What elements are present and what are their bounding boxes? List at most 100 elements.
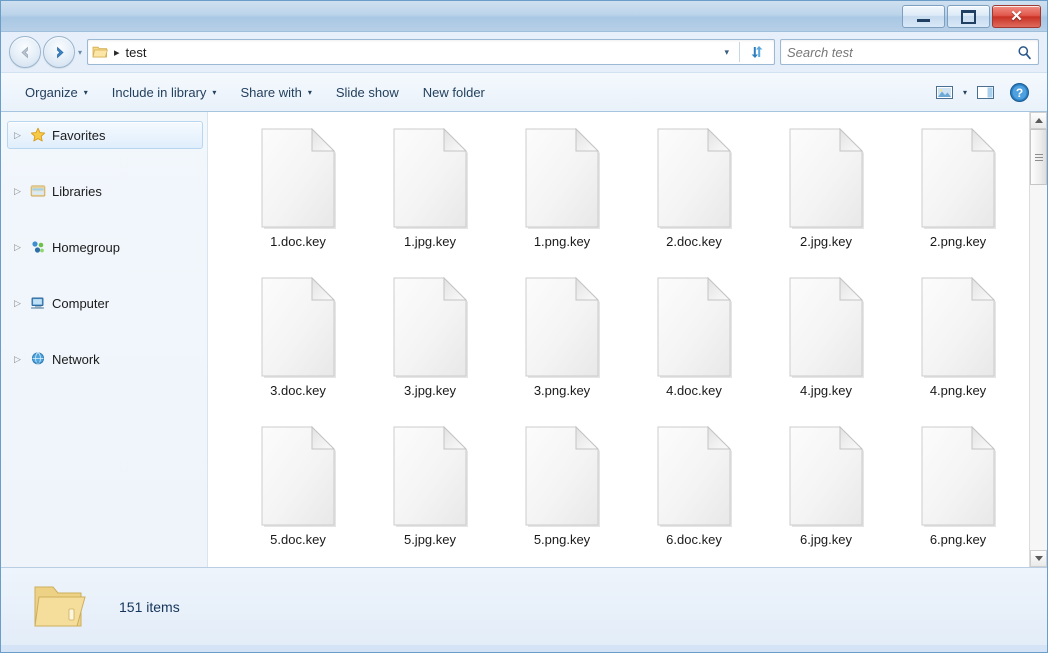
title-bar: ✕ [1,1,1047,32]
file-item[interactable]: 3.jpg.key [364,275,496,424]
back-button[interactable] [9,36,41,68]
vertical-scrollbar[interactable] [1029,112,1047,567]
sidebar-item-favorites[interactable]: ▷ Favorites [7,121,203,149]
search-box[interactable]: Search test [780,39,1039,65]
expand-chevron-icon[interactable]: ▷ [14,187,23,196]
file-document-icon [388,275,472,379]
file-item[interactable]: 6.png.key [892,424,1024,573]
change-view-button[interactable] [930,81,959,104]
maximize-button[interactable] [947,5,990,28]
file-document-icon [652,275,736,379]
file-name-label: 4.png.key [930,383,986,398]
address-dropdown-caret[interactable]: ▾ [718,47,735,58]
file-document-icon [784,126,868,230]
scroll-up-icon [1035,118,1043,123]
file-item[interactable]: 1.png.key [496,126,628,275]
status-bar: 151 items [1,567,1047,645]
file-item[interactable]: 6.jpg.key [760,424,892,573]
file-item[interactable]: 2.jpg.key [760,126,892,275]
expand-chevron-icon[interactable]: ▷ [14,355,23,364]
preview-pane-button[interactable] [971,81,1000,104]
file-item[interactable]: 3.doc.key [232,275,364,424]
close-button[interactable]: ✕ [992,5,1041,28]
back-arrow-icon [17,44,34,61]
expand-chevron-icon[interactable]: ▷ [14,131,23,140]
scrollbar-track[interactable] [1030,129,1047,550]
file-document-icon [916,126,1000,230]
scroll-down-button[interactable] [1030,550,1047,567]
sidebar-item-label: Libraries [52,184,102,199]
sidebar-item-network[interactable]: ▷ Network [7,345,203,373]
file-item[interactable]: 2.png.key [892,126,1024,275]
file-name-label: 6.jpg.key [800,532,852,547]
file-name-label: 5.jpg.key [404,532,456,547]
toolbar-label: Include in library [112,85,207,100]
file-name-label: 1.jpg.key [404,234,456,249]
sidebar-item-label: Homegroup [52,240,120,255]
file-item[interactable]: 5.doc.key [232,424,364,573]
file-document-icon [784,424,868,528]
file-item[interactable]: 3.png.key [496,275,628,424]
star-icon [29,127,46,144]
file-name-label: 4.doc.key [666,383,722,398]
sidebar-item-computer[interactable]: ▷ Computer [7,289,203,317]
toolbar-label: New folder [423,85,485,100]
sidebar-item-homegroup[interactable]: ▷ Homegroup [7,233,203,261]
forward-button[interactable] [43,36,75,68]
file-list-view[interactable]: 1.doc.key 1.jpg.key [208,112,1029,567]
minimize-button[interactable] [902,5,945,28]
sidebar-item-libraries[interactable]: ▷ Libraries [7,177,203,205]
explorer-window: ✕ ▾ ▸ test ▾ [0,0,1048,653]
toolbar-label: Share with [240,85,301,100]
file-item[interactable]: 1.doc.key [232,126,364,275]
file-item[interactable]: 5.jpg.key [364,424,496,573]
folder-icon [29,581,87,633]
toolbar-label: Slide show [336,85,399,100]
file-name-label: 2.png.key [930,234,986,249]
homegroup-icon [29,239,46,256]
navigation-history-caret[interactable]: ▾ [78,48,82,57]
expand-chevron-icon[interactable]: ▷ [14,243,23,252]
toolbar-item-new-folder[interactable]: New folder [411,79,497,106]
chevron-down-icon: ▾ [84,88,88,97]
file-item[interactable]: 1.jpg.key [364,126,496,275]
expand-chevron-icon[interactable]: ▷ [14,299,23,308]
svg-text:?: ? [1016,86,1023,100]
refresh-button[interactable] [744,40,770,64]
file-item[interactable]: 4.png.key [892,275,1024,424]
breadcrumb-path[interactable]: test [126,45,147,60]
scrollbar-thumb[interactable] [1030,129,1047,185]
breadcrumb-separator: ▸ [114,46,120,59]
file-document-icon [784,275,868,379]
toolbar-item-organize[interactable]: Organize ▾ [13,79,100,106]
file-document-icon [916,424,1000,528]
file-item[interactable]: 5.png.key [496,424,628,573]
file-name-label: 2.jpg.key [800,234,852,249]
network-icon [29,351,46,368]
chevron-down-icon: ▾ [212,88,216,97]
sidebar-item-label: Network [52,352,100,367]
computer-icon [29,295,46,312]
file-name-label: 6.doc.key [666,532,722,547]
toolbar-item-include-in-library[interactable]: Include in library ▾ [100,79,229,106]
minimize-icon [917,19,930,22]
view-dropdown-caret[interactable]: ▾ [963,88,967,97]
file-name-label: 3.jpg.key [404,383,456,398]
file-item[interactable]: 4.jpg.key [760,275,892,424]
file-item[interactable]: 4.doc.key [628,275,760,424]
address-bar[interactable]: ▸ test ▾ [87,39,775,65]
close-icon: ✕ [1010,9,1023,24]
search-input[interactable]: Search test [787,45,1017,60]
help-button[interactable]: ? [1004,79,1035,106]
toolbar-item-share-with[interactable]: Share with ▾ [228,79,323,106]
preview-pane-icon [976,84,995,101]
item-count-label: 151 items [119,599,180,615]
forward-arrow-icon [51,44,68,61]
file-name-label: 1.png.key [534,234,590,249]
file-item[interactable]: 2.doc.key [628,126,760,275]
toolbar-item-slide-show[interactable]: Slide show [324,79,411,106]
file-item[interactable]: 6.doc.key [628,424,760,573]
scroll-up-button[interactable] [1030,112,1047,129]
file-document-icon [916,275,1000,379]
address-divider [739,42,740,62]
